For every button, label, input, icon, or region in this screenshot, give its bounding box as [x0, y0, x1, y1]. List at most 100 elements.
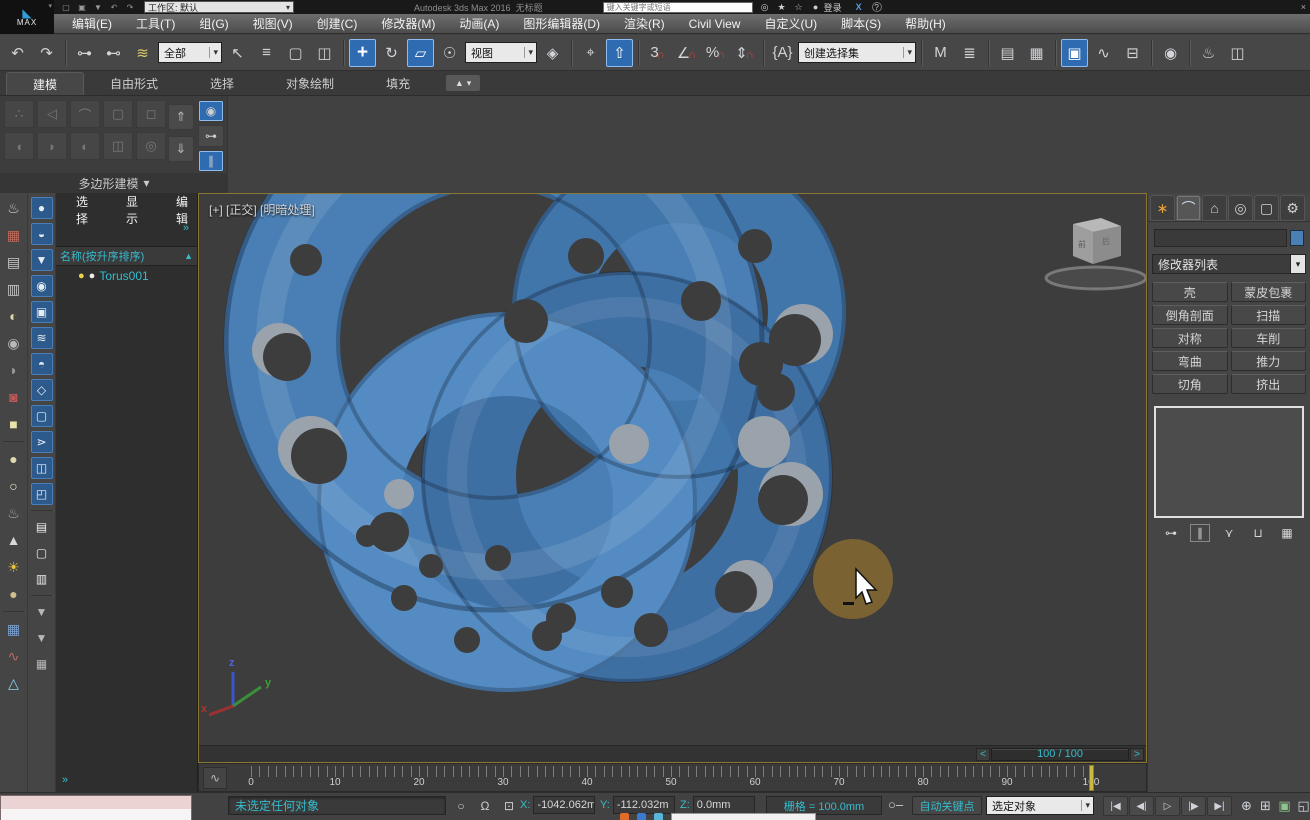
perspective-viewport[interactable]: [+] [正交] [明暗处理]: [198, 193, 1147, 763]
previous-frame-button[interactable]: ◀|: [1129, 796, 1154, 816]
window-controls[interactable]: ×: [1301, 2, 1306, 12]
menu-graph-editors[interactable]: 图形编辑器(D): [511, 14, 612, 34]
graphite-ribbon-toggle-icon[interactable]: ▦: [1023, 39, 1050, 67]
absolute-mode-toggle-icon[interactable]: ⊡: [500, 796, 518, 815]
explorer-column-header[interactable]: 名称(按升序排序) ▲: [56, 247, 197, 266]
drag-face-icon[interactable]: ◖: [4, 132, 34, 160]
maximize-viewport-toggle-icon[interactable]: ◱: [1295, 796, 1310, 816]
select-object-icon[interactable]: ↖: [224, 39, 251, 67]
menu-group[interactable]: 组(G): [187, 14, 240, 34]
modifier-bevel-profile-button[interactable]: 倒角剖面: [1152, 305, 1228, 325]
display-tab-icon[interactable]: ▢: [1254, 195, 1279, 221]
select-and-rotate-icon[interactable]: ↻: [378, 39, 405, 67]
menu-modifiers[interactable]: 修改器(M): [369, 14, 447, 34]
modifier-skinwrap-button[interactable]: 蒙皮包裹: [1231, 282, 1307, 302]
layer-list-window-icon[interactable]: ▤: [3, 251, 25, 273]
shaded-sphere-icon[interactable]: ◗: [3, 359, 25, 381]
object-name-field[interactable]: [1154, 229, 1287, 247]
tab-populate[interactable]: 填充: [360, 72, 436, 95]
previous-key-button[interactable]: <: [976, 748, 990, 761]
modify-tab-icon[interactable]: ⌒: [1176, 195, 1201, 221]
hierarchy-tab-icon[interactable]: ⌂: [1202, 195, 1227, 221]
render-flyout-icon[interactable]: ♨: [3, 197, 25, 219]
select-and-move-icon[interactable]: +: [349, 39, 376, 67]
modifier-push-button[interactable]: 推力: [1231, 351, 1307, 371]
display-cameras-toggle[interactable]: ◉: [31, 275, 53, 297]
time-slider[interactable]: < 100 / 100 >: [199, 745, 1146, 762]
create-tab-icon[interactable]: ∗: [1150, 195, 1175, 221]
menu-views[interactable]: 视图(V): [241, 14, 305, 34]
element-mode-icon[interactable]: ◻: [136, 100, 166, 128]
render-setup-icon[interactable]: ♨: [1195, 39, 1222, 67]
display-xref-toggle[interactable]: ◰: [31, 483, 53, 505]
collapse-stack-up-icon[interactable]: ⇑: [168, 104, 194, 130]
spinner-snap-icon[interactable]: ⇕∩: [731, 39, 758, 67]
show-end-result-ribbon-icon[interactable]: ∥: [198, 150, 224, 172]
zoom-all-icon[interactable]: ⊞: [1257, 796, 1274, 816]
angle-snap-icon[interactable]: ∠∩: [673, 39, 700, 67]
tab-modeling[interactable]: 建模: [6, 72, 84, 95]
keyboard-shortcut-override-icon[interactable]: ⇧: [606, 39, 633, 67]
collapse-stack-down-icon[interactable]: ⇓: [168, 136, 194, 162]
auto-key-button[interactable]: 自动关键点: [912, 796, 982, 815]
select-and-link-icon[interactable]: ⊶: [71, 39, 98, 67]
glow-sphere-icon[interactable]: ○: [3, 475, 25, 497]
menu-tools[interactable]: 工具(T): [124, 14, 187, 34]
edge-mode-icon[interactable]: ◁: [37, 100, 67, 128]
search-icon[interactable]: ◎: [759, 1, 771, 13]
custom-filter-icon[interactable]: ▦: [31, 653, 53, 675]
isolate-selection-icon[interactable]: ○: [452, 796, 470, 815]
video-preview-icon[interactable]: ◙: [3, 386, 25, 408]
next-frame-button[interactable]: |▶: [1181, 796, 1206, 816]
undo-icon[interactable]: ↶: [4, 39, 31, 67]
modifier-shell-button[interactable]: 壳: [1152, 282, 1228, 302]
explorer-menu-select[interactable]: 选择: [64, 200, 100, 220]
reference-coordinate-system-dropdown[interactable]: 视图▾: [465, 42, 537, 63]
edit-named-selection-sets-icon[interactable]: {A}: [769, 39, 796, 67]
favorites-icon[interactable]: ☆: [793, 1, 805, 13]
vertex-mode-icon[interactable]: ∴: [4, 100, 34, 128]
show-end-result-icon[interactable]: ∥: [1190, 524, 1210, 542]
time-slider-thumb[interactable]: 100 / 100: [991, 748, 1129, 761]
edit-poly-mode-icon[interactable]: ◫: [103, 132, 133, 160]
explorer-row-torus001[interactable]: ● ● Torus001: [56, 266, 197, 286]
particle-array-icon[interactable]: ▦: [3, 618, 25, 640]
utilities-tab-icon[interactable]: ⚙: [1280, 195, 1305, 221]
pin-stack-ribbon-icon[interactable]: ⊶: [198, 125, 224, 147]
rectangular-selection-region-icon[interactable]: ▢: [282, 39, 309, 67]
app-logo-button[interactable]: ◣ MAX ▾: [0, 0, 54, 34]
selection-lock-toggle-icon[interactable]: Ω: [476, 796, 494, 815]
disc-icon[interactable]: ◎: [136, 132, 166, 160]
play-button[interactable]: ▷: [1155, 796, 1180, 816]
select-and-scale-icon[interactable]: ▱: [407, 39, 434, 67]
display-frozen-toggle[interactable]: ▢: [31, 405, 53, 427]
parameter-window-icon[interactable]: ▥: [3, 278, 25, 300]
ribbon-minimize-button[interactable]: ▲▾: [446, 75, 480, 91]
explorer-menu-display[interactable]: 显示: [114, 200, 150, 220]
named-selection-sets-dropdown[interactable]: 创建选择集▾: [798, 42, 916, 63]
wire-teapot-icon[interactable]: ♨: [3, 502, 25, 524]
cone-icon[interactable]: ▲: [3, 529, 25, 551]
next-key-button[interactable]: >: [1130, 748, 1144, 761]
remove-modifier-icon[interactable]: ⊔: [1248, 524, 1268, 542]
rendered-frame-window-icon[interactable]: ◫: [1224, 39, 1251, 67]
menu-civil-view[interactable]: Civil View: [677, 14, 753, 34]
tab-selection[interactable]: 选择: [184, 72, 260, 95]
modifier-lathe-button[interactable]: 车削: [1231, 328, 1307, 348]
signin-avatar-icon[interactable]: ●: [810, 1, 822, 13]
close-icon[interactable]: ×: [1301, 2, 1306, 12]
bind-to-space-warp-icon[interactable]: ≋: [129, 39, 156, 67]
selection-filter-dropdown[interactable]: 全部▾: [158, 42, 222, 63]
modifier-chamfer-button[interactable]: 切角: [1152, 374, 1228, 394]
configure-modifier-sets-icon[interactable]: ▦: [1277, 524, 1297, 542]
workspace-dropdown[interactable]: 工作区: 默认 ▾: [144, 1, 294, 13]
display-spacewarps-toggle[interactable]: ≋: [31, 327, 53, 349]
menu-create[interactable]: 创建(C): [305, 14, 370, 34]
polygon-mode-icon[interactable]: ▢: [103, 100, 133, 128]
go-to-start-button[interactable]: |◀: [1103, 796, 1128, 816]
drag-edge-icon[interactable]: ◗: [37, 132, 67, 160]
blank-view-icon[interactable]: ▢: [31, 542, 53, 564]
viewport-canvas[interactable]: 前 后 z y x: [199, 194, 1146, 745]
gold-sphere-icon[interactable]: ●: [3, 583, 25, 605]
display-containers-toggle[interactable]: ◫: [31, 457, 53, 479]
